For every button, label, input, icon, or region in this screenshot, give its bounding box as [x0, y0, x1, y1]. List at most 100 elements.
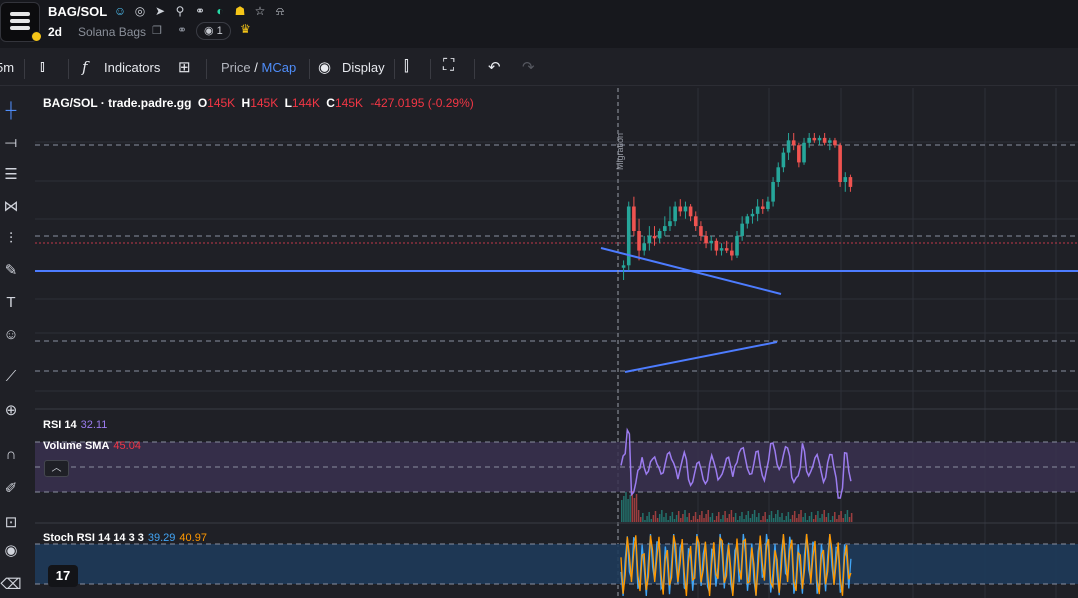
display-button[interactable]: Display — [342, 60, 385, 75]
forecast-icon[interactable]: ⫶ — [0, 228, 22, 250]
templates-icon[interactable]: ⊞ — [178, 58, 191, 76]
emoji-icon[interactable]: ☺ — [0, 324, 22, 346]
volume-bar — [661, 510, 663, 522]
candle-body — [817, 137, 822, 141]
volume-bar — [819, 518, 821, 522]
volume-bar — [846, 510, 849, 522]
ghost-icon[interactable]: ☗ — [232, 3, 248, 19]
undo-icon[interactable]: ↶ — [488, 58, 501, 76]
price-chart[interactable]: Migration — [35, 88, 1078, 598]
settings-sliders-icon[interactable]: ⫿ — [404, 58, 409, 75]
redo-icon[interactable]: ↷ — [522, 58, 535, 76]
volume-bar — [724, 511, 726, 522]
volume-bar — [669, 516, 672, 522]
eye-icon[interactable]: ◉ — [318, 58, 331, 76]
search-icon[interactable]: ⚲ — [172, 3, 188, 19]
globe-icon[interactable]: ◎ — [132, 3, 148, 19]
volume-bar — [730, 510, 733, 522]
volume-bar — [766, 519, 769, 522]
trash-icon[interactable]: ⌫ — [0, 574, 22, 596]
candle-body — [833, 140, 837, 146]
volume-bar — [692, 516, 695, 522]
change-value: -427.0195 (-0.29%) — [370, 96, 474, 110]
volume-bar — [682, 514, 684, 522]
volume-bar — [673, 519, 676, 522]
volume-bar — [768, 515, 771, 522]
indicators-button[interactable]: Indicators — [104, 60, 160, 75]
magnet-icon[interactable]: ∩ — [0, 444, 22, 466]
volume-bar — [650, 519, 653, 522]
candle-body — [688, 206, 693, 217]
candle-body — [781, 152, 786, 168]
visibility-icon[interactable]: ◉ — [0, 540, 22, 562]
user-icon[interactable]: ☺ — [112, 3, 128, 19]
volume-bar — [709, 517, 712, 522]
interval-button[interactable]: 5m — [0, 60, 14, 75]
volume-bar — [777, 510, 779, 522]
fx-icon[interactable]: f — [82, 58, 88, 76]
trendlines-layer[interactable] — [600, 247, 782, 373]
collapse-pane-button[interactable]: ︿ — [44, 460, 69, 477]
volume-bar — [772, 518, 775, 522]
trendline-icon[interactable]: ⟞ — [0, 132, 22, 154]
volume-bar — [838, 515, 840, 522]
volume-bar — [844, 514, 847, 522]
volume-bar — [764, 512, 766, 522]
zoom-icon[interactable]: ⊕ — [0, 400, 22, 422]
volume-layer — [621, 491, 853, 522]
link-icon[interactable]: ⚭ — [177, 23, 187, 37]
volume-bar — [783, 520, 785, 522]
link-icon[interactable]: ⚭ — [192, 3, 208, 19]
text-icon[interactable]: T — [0, 292, 22, 314]
fib-icon[interactable]: ☰ — [0, 164, 22, 186]
eye-icon: ◉ — [204, 25, 214, 37]
mcap-option[interactable]: MCap — [262, 60, 297, 75]
candles-icon[interactable]: ⫾ — [40, 58, 45, 75]
volume-bar — [758, 513, 760, 522]
volume-bar — [663, 517, 665, 522]
lock-drawing-icon[interactable]: ✐ — [0, 478, 22, 500]
volume-bar — [713, 520, 716, 522]
volume-value: 45.04 — [113, 440, 141, 452]
volume-bar — [623, 496, 625, 522]
candle-body — [693, 216, 698, 227]
ruler-icon[interactable]: ⟋ — [0, 366, 22, 388]
telegram-icon[interactable]: ➤ — [152, 3, 168, 19]
high-label: H — [241, 96, 251, 110]
drawing-tools-sidebar: ┼ ⟞ ☰ ⋈ ⫶ ✎ T ☺ ⟋ ⊕ ∩ ✐ ⊡ ◉ ⌫ — [0, 88, 24, 598]
candle-body — [663, 226, 667, 231]
price-option[interactable]: Price — [221, 60, 251, 75]
trophy-icon[interactable]: ♛ — [240, 22, 251, 36]
lock-icon[interactable]: ⊡ — [0, 512, 22, 534]
price-mcap-toggle[interactable]: Price / MCap — [221, 60, 296, 75]
volume-bar — [817, 511, 819, 522]
candle-body — [683, 206, 688, 212]
pattern-icon[interactable]: ⋈ — [0, 196, 22, 218]
stoch-band — [35, 544, 1078, 584]
brush-icon[interactable]: ✎ — [0, 260, 22, 282]
candle-body — [735, 235, 739, 256]
copy-icon[interactable]: ❐ — [152, 24, 162, 37]
stoch-legend: Stoch RSI 14 14 3 3 39.29 40.97 — [43, 532, 207, 544]
rsi-legend: RSI 14 32.11 — [43, 419, 107, 431]
volume-bar — [694, 512, 697, 522]
candle-body — [724, 248, 729, 251]
candle-body — [699, 226, 703, 236]
bell-icon[interactable]: ⍾ — [272, 3, 288, 19]
price-levels — [35, 144, 1078, 372]
candle-body — [750, 213, 755, 217]
volume-bar — [658, 514, 661, 522]
toolbar-divider — [394, 59, 395, 79]
volume-bar — [781, 513, 783, 522]
volume-bar — [770, 511, 773, 522]
volume-bar — [850, 513, 853, 522]
pump-icon[interactable]: ◐ — [212, 3, 228, 19]
crosshair-icon[interactable]: ┼ — [0, 100, 22, 122]
volume-bar — [646, 516, 648, 522]
volume-bar — [633, 498, 636, 522]
volume-bar — [627, 499, 629, 522]
star-icon[interactable]: ☆ — [252, 3, 268, 19]
tradingview-logo[interactable]: 17 — [48, 565, 78, 587]
volume-bar — [787, 512, 790, 522]
fullscreen-icon[interactable]: ⛶ — [443, 57, 454, 75]
